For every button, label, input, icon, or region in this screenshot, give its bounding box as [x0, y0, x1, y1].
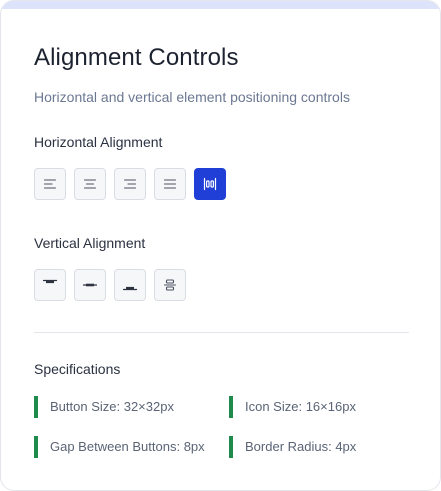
page-subtitle: Horizontal and vertical element position… [34, 89, 350, 105]
horizontal-alignment-label: Horizontal Alignment [34, 134, 163, 150]
spec-border-radius: Border Radius: 4px [229, 436, 356, 458]
distribute-horizontal-button[interactable] [194, 168, 226, 200]
spec-button-size: Button Size: 32×32px [34, 396, 174, 418]
align-right-icon [123, 179, 137, 189]
align-left-button[interactable] [34, 168, 66, 200]
align-middle-button[interactable] [74, 269, 106, 301]
page-title: Alignment Controls [34, 44, 239, 71]
align-justify-button[interactable] [154, 168, 186, 200]
spec-icon-size: Icon Size: 16×16px [229, 396, 356, 418]
align-left-icon [43, 179, 57, 189]
align-middle-icon [82, 283, 98, 287]
alignment-card: Alignment Controls Horizontal and vertic… [0, 0, 441, 491]
align-top-icon [42, 279, 58, 284]
align-center-icon [83, 179, 97, 189]
align-right-button[interactable] [114, 168, 146, 200]
align-justify-icon [163, 179, 177, 189]
specifications-label: Specifications [34, 361, 121, 377]
card-top-bar [1, 1, 440, 9]
vertical-alignment-label: Vertical Alignment [34, 235, 146, 251]
distribute-vertical-button[interactable] [154, 269, 186, 301]
vertical-alignment-group [34, 269, 186, 301]
align-bottom-icon [122, 286, 138, 291]
align-top-button[interactable] [34, 269, 66, 301]
distribute-vertical-icon [163, 279, 177, 291]
spec-gap: Gap Between Buttons: 8px [34, 436, 205, 458]
align-bottom-button[interactable] [114, 269, 146, 301]
align-center-button[interactable] [74, 168, 106, 200]
distribute-horizontal-icon [203, 177, 217, 191]
horizontal-alignment-group [34, 168, 226, 200]
section-divider [34, 332, 409, 333]
